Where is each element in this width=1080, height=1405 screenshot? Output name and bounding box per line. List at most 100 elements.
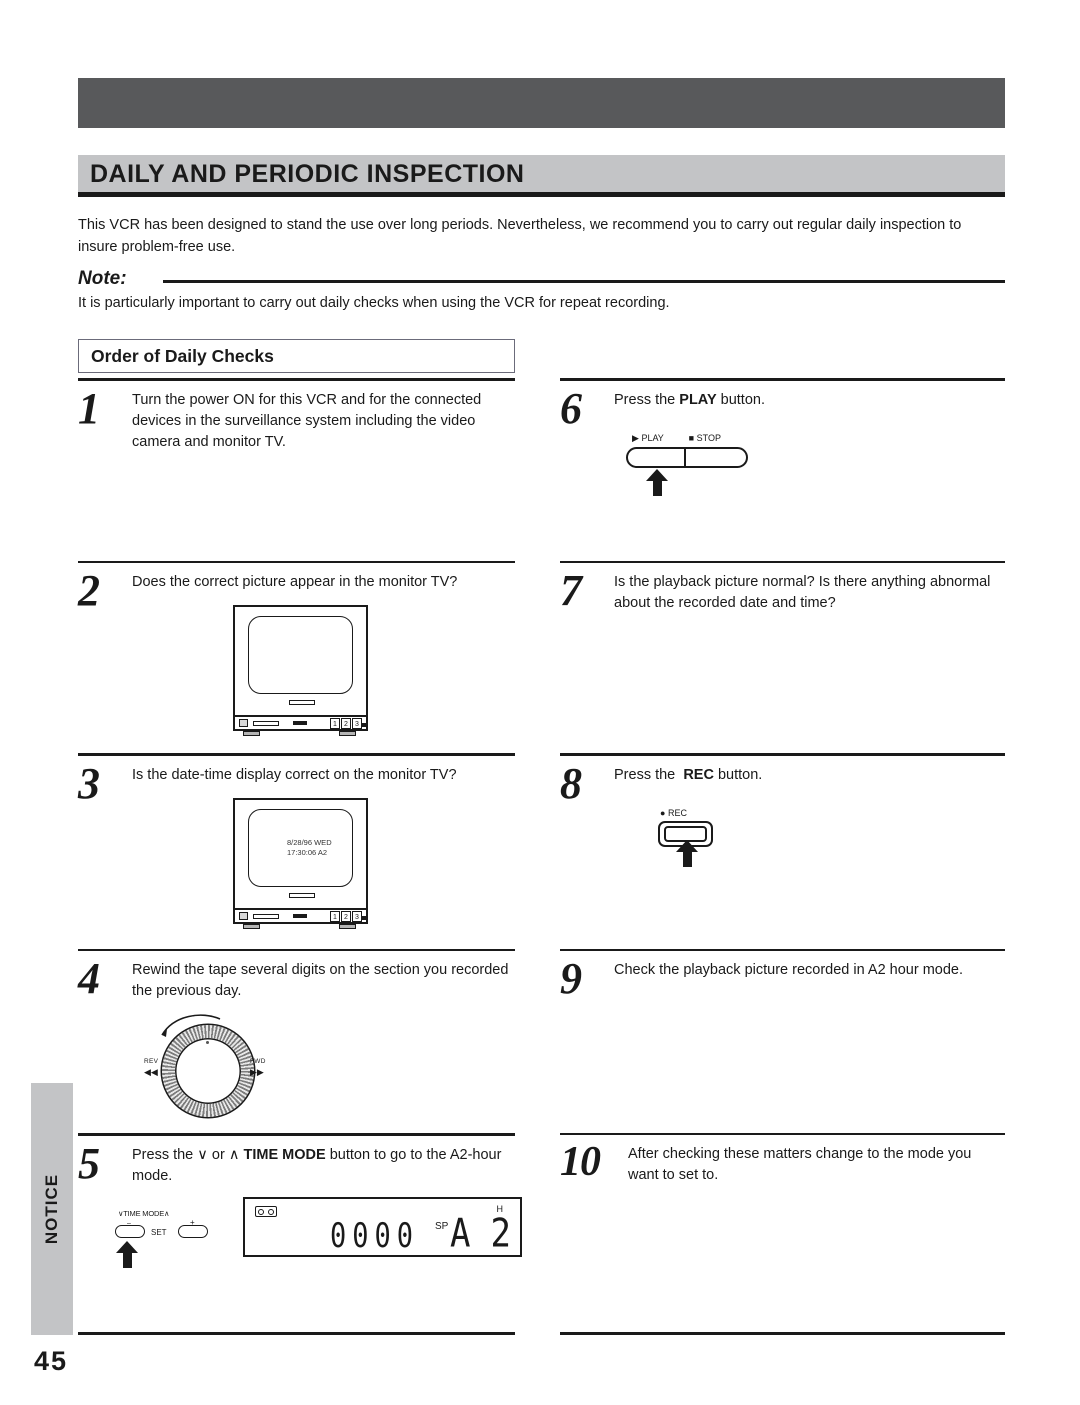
stop-label: STOP: [696, 432, 721, 443]
footer-divider-right: [560, 1332, 1005, 1335]
tv-foot-right: [339, 923, 356, 929]
side-tab-label: NOTICE: [42, 1173, 61, 1245]
tv-led: [361, 723, 367, 728]
rec-illustration: ● REC: [658, 808, 808, 870]
tv-osd-overlay: 8/28/96 WED 17:30:06 A2: [287, 838, 332, 858]
jog-fwd-label: FWD: [250, 1057, 266, 1065]
tv-badge-slot: [289, 892, 315, 898]
lcd-mode-digit: 2: [490, 1211, 531, 1258]
step-10: 10 After checking these matters change t…: [560, 1133, 1005, 1348]
rewind-icon: ◀◀: [144, 1066, 158, 1077]
fast-forward-icon: ▶▶: [250, 1066, 264, 1077]
play-icon: ▶: [632, 432, 639, 443]
note-header: Note:: [78, 268, 1005, 290]
step-text-bold: REC: [683, 766, 714, 783]
tv-foot-right: [339, 731, 356, 737]
intro-paragraph: This VCR has been designed to stand the …: [78, 217, 962, 255]
play-stop-illustration: ▶ PLAY ■ STOP: [626, 433, 806, 496]
tv-channel-button: 1: [330, 718, 340, 730]
rocker-divider: [684, 447, 686, 467]
press-arrow-icon: [676, 839, 699, 868]
figure-play-stop-button: ▶ PLAY ■ STOP: [560, 411, 1005, 496]
rec-caption: ● REC: [660, 808, 687, 818]
cassette-reel-left: [258, 1208, 264, 1215]
step-number: 1: [78, 383, 100, 433]
tv-screen: [248, 616, 353, 695]
step-number: 10: [560, 1139, 601, 1185]
step-text: Press the PLAY button.: [560, 381, 1005, 411]
jog-knurling: [162, 1024, 254, 1117]
play-stop-labels: ▶ PLAY ■ STOP: [632, 433, 721, 444]
step-text: Rewind the tape several digits on the se…: [132, 962, 509, 1000]
step-text-bold: PLAY: [679, 391, 717, 408]
stop-icon: ■: [688, 432, 695, 443]
press-arrow-icon: [646, 468, 669, 497]
step-6: 6 Press the PLAY button. ▶ PLAY ■ STOP: [560, 378, 1005, 561]
cassette-icon: [255, 1206, 277, 1218]
note-divider: [163, 280, 1005, 283]
step-number: 7: [560, 566, 582, 615]
step-number: 4: [78, 954, 100, 1003]
set-button-label: SET: [151, 1228, 167, 1238]
steps-column-right: 6 Press the PLAY button. ▶ PLAY ■ STOP 7…: [560, 378, 1005, 1348]
page-title: DAILY AND PERIODIC INSPECTION: [90, 160, 525, 188]
tv-indicator: [293, 721, 307, 726]
tv-case: [233, 605, 368, 718]
tv-channel-buttons: 1 2 3: [330, 718, 363, 730]
tv-channel-buttons: 1 2 3: [330, 910, 363, 922]
step-text: Press the ∨ or ∧ TIME MODE button to go …: [78, 1136, 515, 1188]
tv-channel-button: 2: [341, 910, 351, 922]
time-mode-label: TIME MODE: [123, 1209, 164, 1219]
step-text: Press the REC button.: [560, 756, 1005, 786]
osd-time-line: 17:30:06 A2: [287, 848, 328, 858]
tv-control-panel: 1 2 3: [233, 717, 368, 732]
time-mode-caption: ∨TIME MODE∧: [118, 1209, 170, 1219]
lcd-tape-counter: 0000: [330, 1217, 420, 1257]
tv-control-panel: 1 2 3: [233, 909, 368, 924]
lcd-mode-readout: A2: [450, 1211, 531, 1257]
note-label: Note:: [78, 268, 127, 289]
play-stop-rocker[interactable]: [626, 446, 748, 468]
figure-monitor-tv-blank: 1 2 3: [78, 593, 515, 737]
chevron-down-icon: ∨: [197, 1146, 208, 1163]
figure-jog-dial: REV ◀◀ FWD ▶▶: [78, 1003, 515, 1121]
step-text-part: Press the: [614, 766, 680, 783]
tv-illustration: 8/28/96 WED 17:30:06 A2 1 2 3: [233, 797, 368, 929]
side-tab-notice: NOTICE: [31, 1083, 73, 1335]
time-mode-up-button[interactable]: [178, 1225, 208, 1239]
press-arrow-icon: [116, 1241, 139, 1269]
vcr-lcd-panel: H 0000 SP A2: [243, 1197, 522, 1258]
tv-badge-slot: [289, 700, 315, 706]
header-dark-bar: [78, 78, 1005, 128]
step-number: 5: [78, 1138, 100, 1188]
tv-illustration: 1 2 3: [233, 605, 368, 737]
play-label: PLAY: [641, 432, 664, 443]
tv-channel-button: 1: [330, 910, 340, 922]
figure-monitor-tv-datetime: 8/28/96 WED 17:30:06 A2 1 2 3: [78, 786, 515, 929]
tv-power-knob: [239, 911, 248, 920]
step-text: Does the correct picture appear in the m…: [132, 574, 458, 590]
step-5: 5 Press the ∨ or ∧ TIME MODE button to g…: [78, 1133, 522, 1349]
step-number: 9: [560, 954, 582, 1003]
step-text-part: or: [207, 1146, 229, 1163]
step-text-part: Press the: [614, 391, 680, 408]
time-mode-buttons-illustration: ∨TIME MODE∧ – + SET: [110, 1209, 230, 1295]
steps-column-left: 1 Turn the power ON for this VCR and for…: [78, 378, 522, 1349]
step-text: Is the playback picture normal? Is there…: [614, 574, 991, 612]
step-9: 9 Check the playback picture recorded in…: [560, 948, 1005, 1134]
tv-slider: [253, 913, 279, 919]
tv-indicator: [293, 913, 307, 918]
step-text-bold: TIME MODE: [243, 1146, 326, 1163]
step-text-part: button.: [716, 391, 765, 408]
time-mode-down-button[interactable]: [115, 1225, 145, 1239]
note-body: It is particularly important to carry ou…: [78, 295, 670, 311]
step-4: 4 Rewind the tape several digits on the …: [78, 948, 515, 1134]
footer-divider-left: [78, 1332, 515, 1335]
section-heading: Order of Daily Checks: [91, 346, 274, 366]
step-3: 3 Is the date-time display correct on th…: [78, 753, 515, 949]
step-8: 8 Press the REC button. ● REC: [560, 753, 1005, 949]
page-number: 45: [34, 1346, 69, 1376]
tv-foot-left: [243, 923, 260, 929]
jog-dial-illustration: REV ◀◀ FWD ▶▶: [140, 1011, 280, 1121]
step-text-part: button.: [713, 766, 763, 783]
